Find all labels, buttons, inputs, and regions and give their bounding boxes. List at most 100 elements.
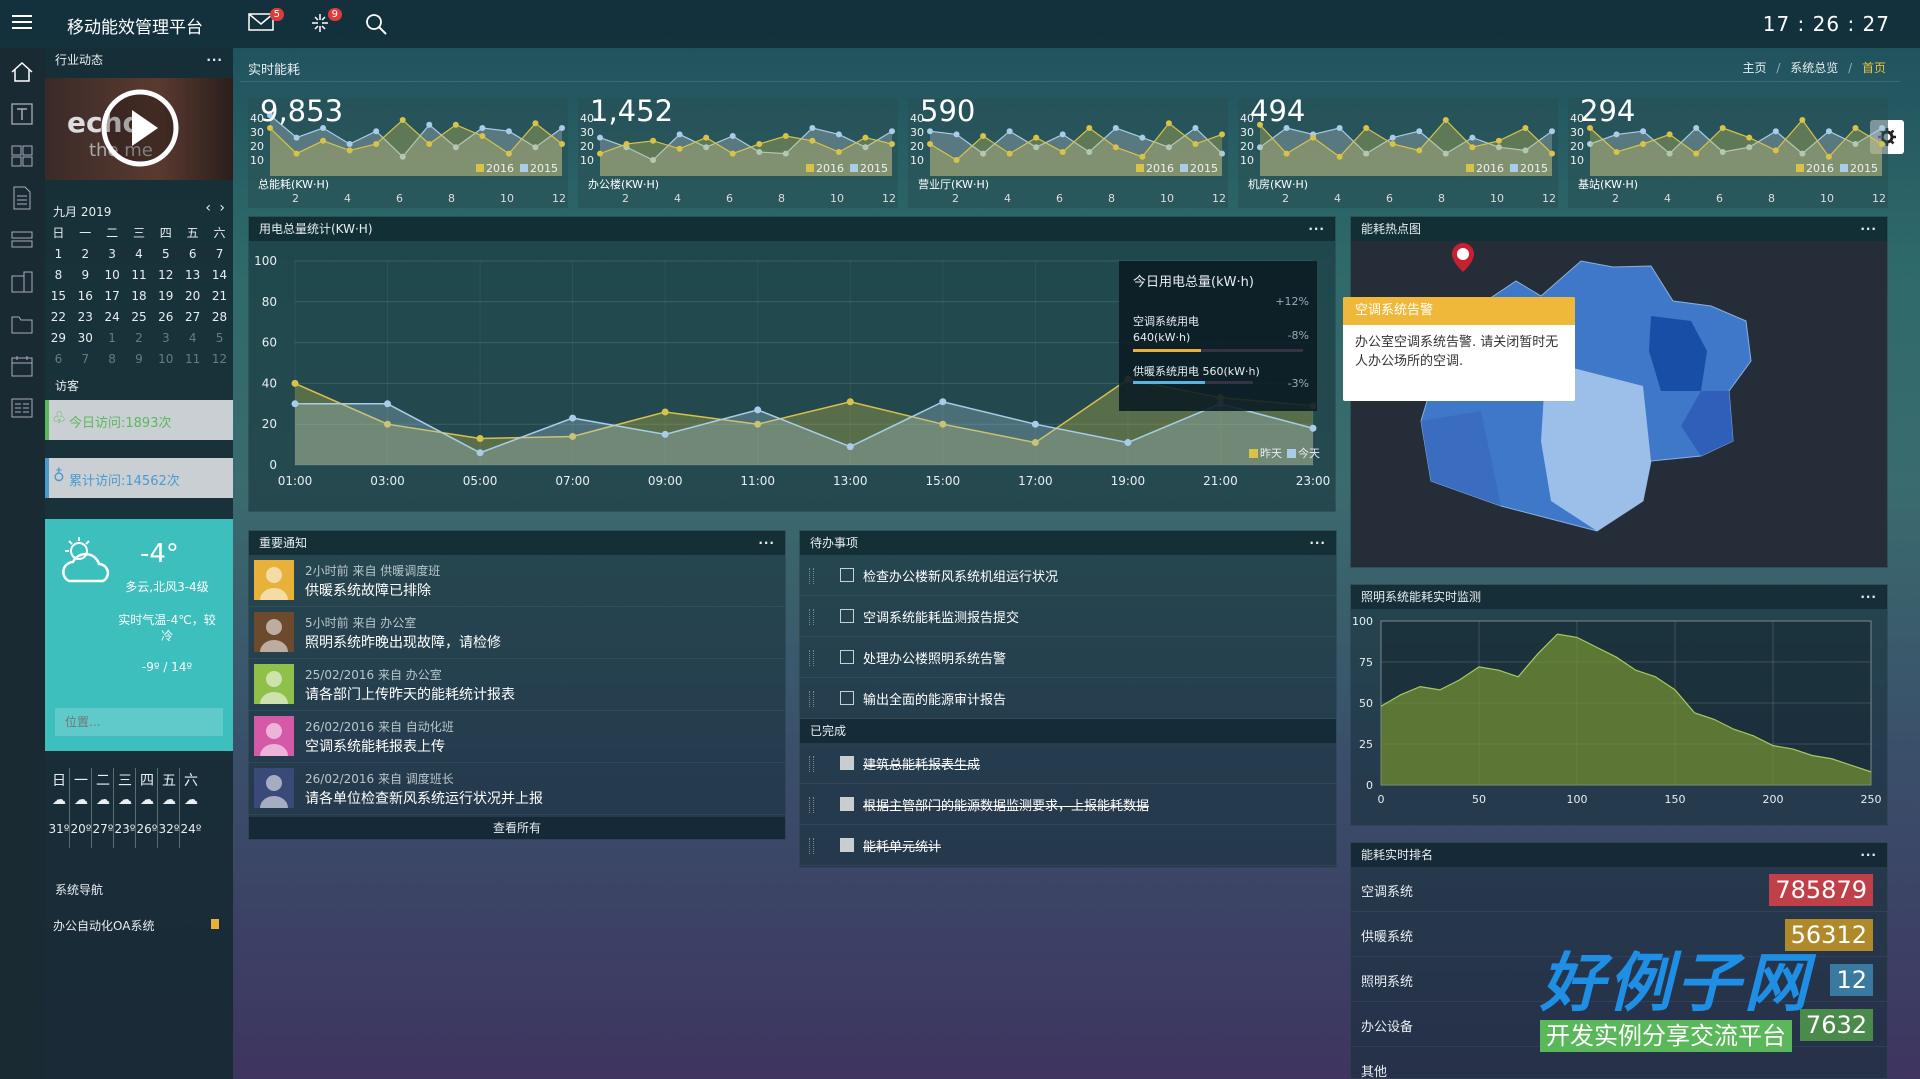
breadcrumb-overview[interactable]: 系统总览 [1790, 61, 1838, 75]
calendar-day[interactable]: 18 [126, 285, 153, 306]
calendar-day[interactable]: 16 [72, 285, 99, 306]
calendar-day[interactable]: 7 [72, 348, 99, 369]
calendar-day[interactable]: 21 [206, 285, 233, 306]
notice-item[interactable]: 25/02/2016 来自 办公室 请各部门上传昨天的能耗统计报表 [249, 659, 785, 711]
todo-checkbox[interactable] [840, 691, 854, 705]
today-visits-card[interactable]: ♧ 今日访问:1893次 [45, 400, 233, 440]
drag-handle-icon[interactable] [809, 797, 814, 813]
calendar-day[interactable]: 9 [126, 348, 153, 369]
notice-item[interactable]: 26/02/2016 来自 自动化班 空调系统能耗报表上传 [249, 711, 785, 763]
calendar-day[interactable]: 5 [206, 327, 233, 348]
drag-handle-icon[interactable] [809, 609, 814, 625]
calendar-day[interactable]: 2 [72, 243, 99, 264]
series-point[interactable] [291, 379, 299, 387]
series-point[interactable] [384, 400, 392, 408]
prev-month-icon[interactable]: ‹ [205, 200, 211, 216]
calendar-day[interactable]: 8 [99, 348, 126, 369]
text-icon[interactable] [8, 100, 36, 128]
series-point[interactable] [476, 434, 484, 442]
drag-handle-icon[interactable] [809, 756, 814, 772]
todo-checkbox[interactable] [840, 609, 854, 623]
done-item[interactable]: 根据主管部门的能源数据监测要求，上报能耗数据 [800, 784, 1336, 825]
todo-item[interactable]: 处理办公楼照明系统告警 [800, 637, 1336, 678]
series-point[interactable] [846, 398, 854, 406]
more-icon[interactable]: ··· [758, 531, 775, 555]
done-item[interactable]: 建筑总能耗报表生成 [800, 743, 1336, 784]
more-icon[interactable]: ··· [1308, 217, 1325, 241]
series-point[interactable] [569, 414, 577, 422]
calendar-day[interactable]: 28 [206, 306, 233, 327]
series-point[interactable] [1309, 424, 1317, 432]
calendar-day[interactable]: 12 [206, 348, 233, 369]
list-icon[interactable] [8, 394, 36, 422]
calendar-day[interactable]: 4 [179, 327, 206, 348]
series-point[interactable] [661, 430, 669, 438]
mail-icon[interactable]: 5 [248, 8, 284, 34]
calendar-day[interactable]: 1 [99, 327, 126, 348]
todo-item[interactable]: 输出全面的能源审计报告 [800, 678, 1336, 719]
todo-checkbox[interactable] [840, 650, 854, 664]
calendar-day[interactable]: 30 [72, 327, 99, 348]
nav-item-oa[interactable]: 办公自动化OA系统 [45, 914, 233, 934]
calendar-day[interactable]: 23 [72, 306, 99, 327]
calendar-day[interactable]: 3 [152, 327, 179, 348]
calendar-day[interactable]: 5 [152, 243, 179, 264]
more-icon[interactable]: ··· [1860, 585, 1877, 609]
location-input[interactable] [55, 708, 223, 736]
plug-icon[interactable]: 9 [308, 8, 342, 34]
notice-item[interactable]: 26/02/2016 来自 调度班长 请各单位检查新风系统运行状况并上报 [249, 763, 785, 815]
calendar-day[interactable]: 12 [152, 264, 179, 285]
calendar-day[interactable]: 11 [179, 348, 206, 369]
calendar-day[interactable]: 17 [99, 285, 126, 306]
kpi-card[interactable]: 590 40 30 20 10 营业厅(KW·H) 2016 2015 2 4 6 8 10 12 [908, 94, 1228, 208]
done-checkbox[interactable] [840, 797, 854, 811]
done-checkbox[interactable] [840, 756, 854, 770]
view-all-link[interactable]: 查看所有 [249, 817, 785, 839]
ranking-row[interactable]: 空调系统 785879 [1351, 867, 1887, 912]
more-icon[interactable]: ··· [1309, 531, 1326, 555]
series-point[interactable] [476, 449, 484, 457]
server-icon[interactable] [8, 226, 36, 254]
building-icon[interactable] [8, 268, 36, 296]
drag-handle-icon[interactable] [809, 838, 814, 854]
calendar-day[interactable]: 25 [126, 306, 153, 327]
calendar-day[interactable]: 8 [45, 264, 72, 285]
calendar-day[interactable]: 22 [45, 306, 72, 327]
calendar-day[interactable]: 2 [126, 327, 153, 348]
more-icon[interactable]: ··· [1860, 217, 1877, 241]
calendar-day[interactable]: 24 [99, 306, 126, 327]
search-icon[interactable] [364, 12, 388, 36]
done-checkbox[interactable] [840, 838, 854, 852]
calendar-day[interactable]: 10 [99, 264, 126, 285]
calendar-day[interactable]: 6 [179, 243, 206, 264]
calendar-day[interactable]: 27 [179, 306, 206, 327]
news-video[interactable]: echo the me [45, 78, 233, 180]
calendar-day[interactable]: 15 [45, 285, 72, 306]
calendar-day[interactable]: 9 [72, 264, 99, 285]
calendar-day[interactable]: 10 [152, 348, 179, 369]
map-pin-icon[interactable] [1449, 241, 1477, 273]
play-icon[interactable] [100, 88, 180, 168]
calendar-day[interactable]: 14 [206, 264, 233, 285]
total-visits-card[interactable]: ♁ 累计访问:14562次 [45, 458, 233, 498]
series-point[interactable] [939, 398, 947, 406]
notice-item[interactable]: 5小时前 来自 办公室 照明系统昨晚出现故障，请检修 [249, 607, 785, 659]
series-point[interactable] [291, 400, 299, 408]
calendar-day[interactable]: 3 [99, 243, 126, 264]
home-icon[interactable] [8, 58, 36, 86]
series-point[interactable] [846, 443, 854, 451]
drag-handle-icon[interactable] [809, 568, 814, 584]
next-month-icon[interactable]: › [219, 200, 225, 216]
heatmap-map[interactable] [1351, 241, 1887, 567]
calendar-day[interactable]: 13 [179, 264, 206, 285]
calendar-day[interactable]: 19 [152, 285, 179, 306]
breadcrumb-home[interactable]: 主页 [1743, 61, 1767, 75]
calendar-day[interactable]: 6 [45, 348, 72, 369]
done-item[interactable]: 能耗单元统计 [800, 825, 1336, 866]
todo-item[interactable]: 空调系统能耗监测报告提交 [800, 596, 1336, 637]
calendar-day[interactable]: 1 [45, 243, 72, 264]
document-icon[interactable] [8, 184, 36, 212]
calendar-day[interactable]: 4 [126, 243, 153, 264]
more-icon[interactable]: ··· [1860, 843, 1877, 867]
series-point[interactable] [1124, 439, 1132, 447]
